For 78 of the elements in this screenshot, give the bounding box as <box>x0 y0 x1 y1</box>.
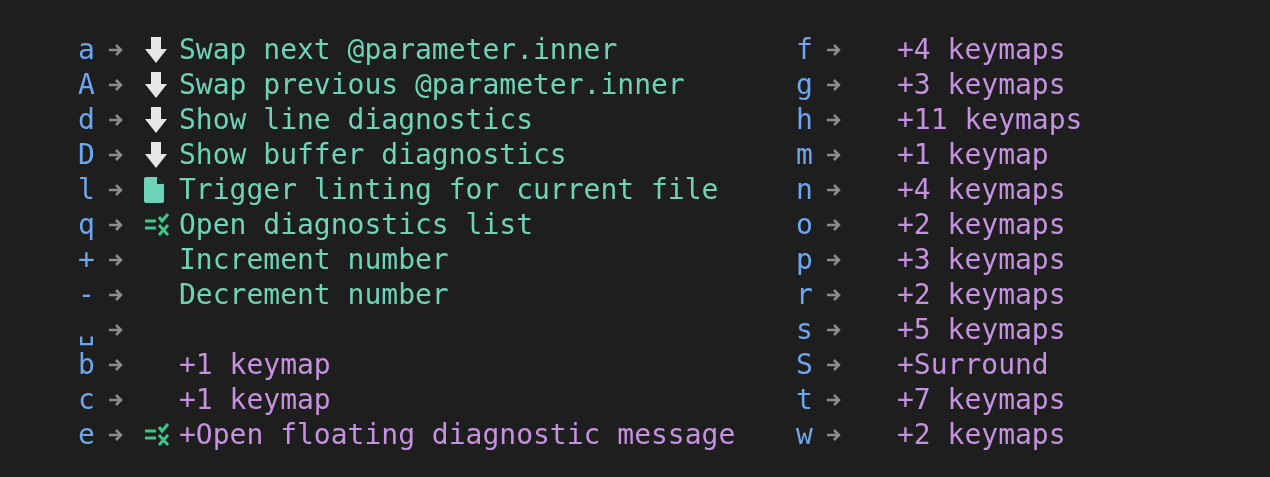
key-label: + <box>78 242 96 277</box>
group-label[interactable]: +Open floating diagnostic message <box>179 417 736 452</box>
arrow-right-icon <box>108 147 124 162</box>
arrow-right-icon <box>826 182 842 197</box>
arrow-right-icon <box>108 357 124 372</box>
key-label: n <box>796 172 814 207</box>
arrow-right-icon <box>108 42 124 57</box>
arrow-right-icon <box>108 77 124 92</box>
arrow-right-icon <box>108 392 124 407</box>
arrow-right-icon <box>108 182 124 197</box>
arrow-right-icon <box>826 217 842 232</box>
key-label: h <box>796 102 814 137</box>
arrow-right-icon <box>826 287 842 302</box>
group-label[interactable]: +5 keymaps <box>897 312 1066 347</box>
key-label: m <box>796 137 814 172</box>
key-label: - <box>78 277 96 312</box>
arrow-down-icon <box>144 70 168 99</box>
arrow-right-icon <box>108 112 124 127</box>
group-label[interactable]: +2 keymaps <box>897 207 1066 242</box>
key-label: f <box>796 32 814 67</box>
arrow-right-icon <box>826 77 842 92</box>
group-label[interactable]: +3 keymaps <box>897 242 1066 277</box>
arrow-down-icon <box>144 140 168 169</box>
arrow-right-icon <box>108 427 124 442</box>
arrow-right-icon <box>826 252 842 267</box>
key-label: e <box>78 417 96 452</box>
key-label: t <box>796 382 814 417</box>
key-label: A <box>78 67 96 102</box>
list-check-icon <box>144 212 170 237</box>
key-label: ␣ <box>78 312 96 347</box>
key-label: r <box>796 277 814 312</box>
key-label: S <box>796 347 814 382</box>
command-label[interactable]: Swap previous @parameter.inner <box>179 67 685 102</box>
list-check-icon <box>144 422 170 447</box>
arrow-right-icon <box>108 287 124 302</box>
arrow-down-icon <box>144 35 168 64</box>
key-label: d <box>78 102 96 137</box>
command-label[interactable]: Increment number <box>179 242 449 277</box>
group-label[interactable]: +1 keymap <box>179 382 331 417</box>
arrow-right-icon <box>826 322 842 337</box>
arrow-right-icon <box>108 322 124 337</box>
group-label[interactable]: +7 keymaps <box>897 382 1066 417</box>
key-label: g <box>796 67 814 102</box>
group-label[interactable]: +1 keymap <box>179 347 331 382</box>
arrow-right-icon <box>826 392 842 407</box>
command-label[interactable]: Trigger linting for current file <box>179 172 719 207</box>
command-label[interactable]: Swap next @parameter.inner <box>179 32 618 67</box>
arrow-right-icon <box>108 252 124 267</box>
key-label: s <box>796 312 814 347</box>
group-label[interactable]: +1 keymap <box>897 137 1049 172</box>
arrow-right-icon <box>826 147 842 162</box>
arrow-right-icon <box>826 112 842 127</box>
arrow-right-icon <box>826 427 842 442</box>
command-label[interactable]: Open diagnostics list <box>179 207 533 242</box>
key-label: b <box>78 347 96 382</box>
key-label: l <box>78 172 96 207</box>
group-label[interactable]: +2 keymaps <box>897 417 1066 452</box>
group-label[interactable]: +Surround <box>897 347 1049 382</box>
key-label: D <box>78 137 96 172</box>
key-label: p <box>796 242 814 277</box>
group-label[interactable]: +3 keymaps <box>897 67 1066 102</box>
arrow-right-icon <box>826 357 842 372</box>
key-label: w <box>796 417 814 452</box>
group-label[interactable]: +2 keymaps <box>897 277 1066 312</box>
group-label[interactable]: +11 keymaps <box>897 102 1083 137</box>
command-label[interactable]: Show buffer diagnostics <box>179 137 567 172</box>
arrow-right-icon <box>108 217 124 232</box>
command-label[interactable]: Decrement number <box>179 277 449 312</box>
group-label[interactable]: +4 keymaps <box>897 32 1066 67</box>
key-label: a <box>78 32 96 67</box>
key-label: c <box>78 382 96 417</box>
command-label[interactable]: Show line diagnostics <box>179 102 533 137</box>
key-label: q <box>78 207 96 242</box>
arrow-right-icon <box>826 42 842 57</box>
arrow-down-icon <box>144 105 168 134</box>
file-icon <box>144 176 164 203</box>
group-label[interactable]: +4 keymaps <box>897 172 1066 207</box>
key-label: o <box>796 207 814 242</box>
